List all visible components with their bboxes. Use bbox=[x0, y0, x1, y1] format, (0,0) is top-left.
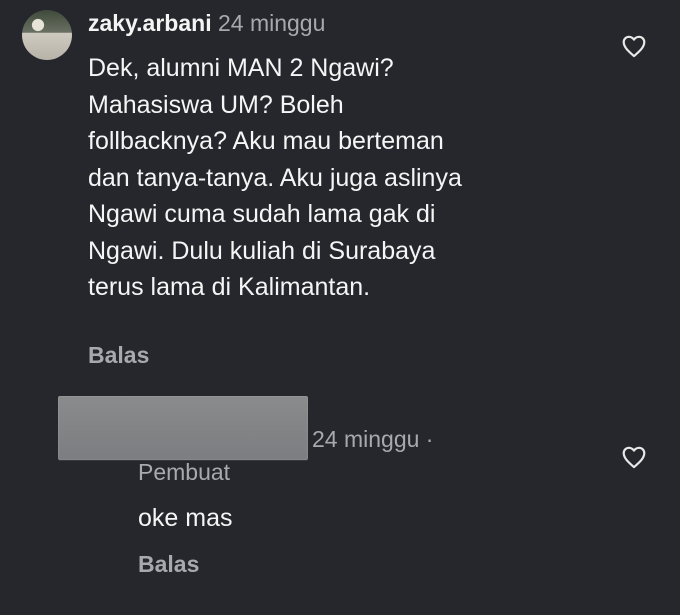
avatar-image bbox=[22, 10, 72, 60]
author-badge: Pembuat bbox=[138, 459, 231, 485]
reply-button[interactable]: Balas bbox=[88, 340, 149, 370]
heart-icon bbox=[622, 35, 646, 58]
redacted-username bbox=[58, 396, 308, 460]
comment-body-line: follbacknya? Aku mau berteman bbox=[88, 127, 444, 155]
comment-body-line: Ngawi. Dulu kuliah di Surabaya bbox=[88, 236, 436, 265]
avatar[interactable] bbox=[22, 10, 72, 60]
comment-body-line: Mahasiswa UM? Boleh bbox=[88, 90, 344, 119]
comment-body-line: dan tanya-tanya. Aku juga aslinya bbox=[88, 163, 462, 192]
reply-button[interactable]: Balas bbox=[138, 549, 199, 579]
comment-body-line: Ngawi cuma sudah lama gak di bbox=[88, 200, 436, 228]
comment-body: Dek, alumni MAN 2 Ngawi? Mahasiswa UM? B… bbox=[88, 50, 588, 306]
comment-body-line: Dek, alumni MAN 2 Ngawi? bbox=[88, 54, 394, 82]
reply-body: oke mas bbox=[138, 504, 233, 532]
reply-time: 24 minggu · bbox=[312, 426, 434, 452]
comment-time: 24 minggu bbox=[217, 10, 326, 36]
comment-header: zaky.arbani 24 minggu bbox=[88, 8, 325, 38]
heart-icon bbox=[622, 446, 646, 469]
heart-icon[interactable] bbox=[621, 34, 647, 58]
username[interactable]: zaky.arbani bbox=[88, 10, 212, 36]
heart-icon[interactable] bbox=[621, 445, 647, 469]
comment-body-line: terus lama di Kalimantan. bbox=[88, 273, 371, 301]
